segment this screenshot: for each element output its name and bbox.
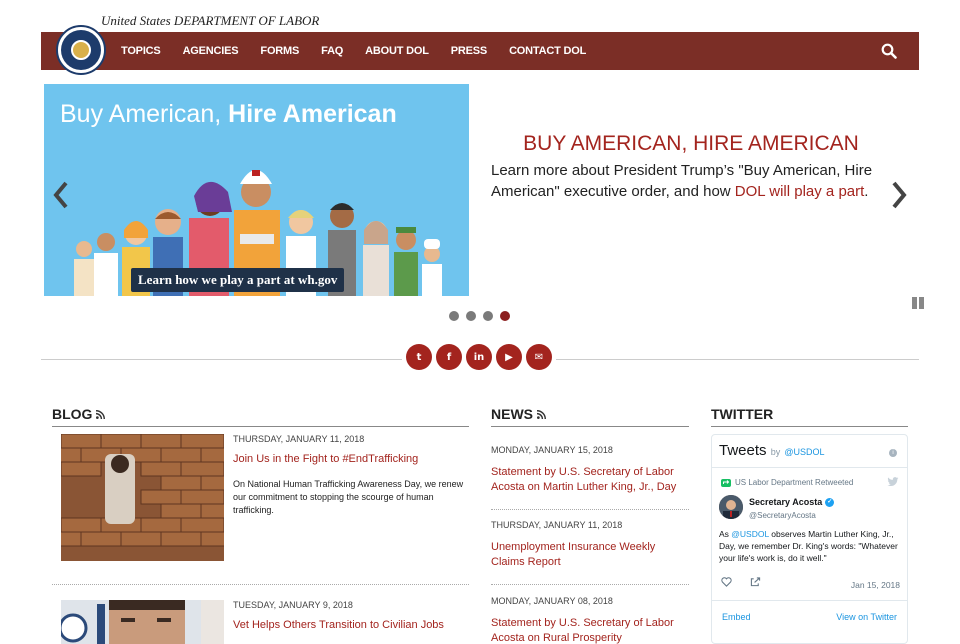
retweet-icon: [721, 478, 731, 487]
slide-link[interactable]: DOL will play a part: [735, 183, 865, 200]
workers-illustration: [74, 170, 442, 296]
brick-kiln-photo: [61, 434, 224, 561]
info-icon[interactable]: i: [889, 449, 897, 457]
facebook-icon[interactable]: f: [436, 344, 462, 370]
tweet-actions: [721, 577, 761, 587]
blog-heading[interactable]: BLOG: [52, 406, 106, 422]
tweet-author[interactable]: Secretary Acosta ✓: [749, 497, 835, 507]
slide-title[interactable]: BUY AMERICAN, HIRE AMERICAN: [491, 132, 891, 156]
search-icon[interactable]: [881, 43, 897, 59]
rss-icon[interactable]: [537, 409, 546, 419]
tweet-text: As @USDOL observes Martin Luther King, J…: [719, 529, 898, 563]
tweet-date[interactable]: Jan 15, 2018: [851, 580, 900, 590]
blog-separator: [52, 584, 469, 585]
tweet-username[interactable]: @SecretaryAcosta: [749, 511, 816, 520]
blog-thumbnail[interactable]: [61, 600, 224, 644]
twitter-icon[interactable]: t: [406, 344, 432, 370]
rss-icon[interactable]: [96, 409, 106, 419]
slide-dot[interactable]: [483, 311, 493, 321]
news-date: MONDAY, JANUARY 15, 2018: [491, 445, 613, 455]
view-on-twitter-link[interactable]: View on Twitter: [836, 612, 897, 622]
news-separator: [491, 509, 689, 510]
slide-image-banner: Learn how we play a part at wh.gov: [131, 268, 345, 292]
veteran-photo: [61, 600, 224, 644]
social-links: t f in ▶ ✉: [402, 344, 556, 370]
nav-item-press[interactable]: PRESS: [451, 45, 487, 57]
news-date: THURSDAY, JANUARY 11, 2018: [491, 520, 623, 530]
slide-dot-active[interactable]: [500, 311, 510, 321]
next-arrow-icon[interactable]: [889, 180, 909, 210]
slide-dot[interactable]: [466, 311, 476, 321]
slide-image[interactable]: Buy American, Hire American Learn how we…: [44, 84, 469, 296]
retweet-note: US Labor Department Retweeted: [721, 478, 853, 487]
slide-dot[interactable]: [449, 311, 459, 321]
dol-seal-logo[interactable]: [56, 25, 106, 75]
nav-item-forms[interactable]: FORMS: [260, 45, 299, 57]
tweet-separator: [712, 600, 907, 601]
pause-icon[interactable]: [912, 297, 925, 309]
main-navigation: TOPICS AGENCIES FORMS FAQ ABOUT DOL PRES…: [41, 32, 919, 70]
blog-thumbnail[interactable]: [61, 434, 224, 561]
twitter-timeline-widget[interactable]: Tweets by @USDOL i US Labor Department R…: [711, 434, 908, 644]
usdol-handle-link[interactable]: @USDOL: [784, 447, 824, 457]
avatar[interactable]: [719, 495, 743, 519]
blog-description: On National Human Trafficking Awareness …: [233, 479, 464, 515]
nav-item-faq[interactable]: FAQ: [321, 45, 343, 57]
tweet-separator: [712, 467, 907, 468]
blog-rule: [52, 426, 469, 427]
nav-item-contact-dol[interactable]: CONTACT DOL: [509, 45, 586, 57]
blog-title-link[interactable]: Join Us in the Fight to #EndTrafficking: [233, 452, 463, 467]
news-rule: [491, 426, 689, 427]
previous-arrow-icon[interactable]: [51, 180, 71, 210]
share-icon[interactable]: [750, 577, 761, 587]
news-link[interactable]: Statement by U.S. Secretary of Labor Aco…: [491, 465, 686, 495]
department-name: United States DEPARTMENT OF LABOR: [101, 13, 320, 28]
slide-pagination: [449, 311, 510, 321]
blog-date: THURSDAY, JANUARY 11, 2018: [233, 434, 365, 444]
news-link[interactable]: Statement by U.S. Secretary of Labor Aco…: [491, 616, 686, 644]
twitter-rule: [711, 426, 908, 427]
nav-item-agencies[interactable]: AGENCIES: [183, 45, 239, 57]
news-link[interactable]: Unemployment Insurance Weekly Claims Rep…: [491, 540, 686, 570]
nav-item-topics[interactable]: TOPICS: [121, 45, 161, 57]
linkedin-icon[interactable]: in: [466, 344, 492, 370]
email-icon[interactable]: ✉: [526, 344, 552, 370]
verified-icon: ✓: [825, 497, 835, 507]
heart-icon[interactable]: [721, 577, 732, 587]
mention-link[interactable]: @USDOL: [731, 529, 769, 539]
nav-item-about-dol[interactable]: ABOUT DOL: [365, 45, 429, 57]
youtube-icon[interactable]: ▶: [496, 344, 522, 370]
blog-date: TUESDAY, JANUARY 9, 2018: [233, 600, 353, 610]
news-separator: [491, 584, 689, 585]
news-date: MONDAY, JANUARY 08, 2018: [491, 596, 613, 606]
embed-link[interactable]: Embed: [722, 612, 751, 622]
nav-menu: TOPICS AGENCIES FORMS FAQ ABOUT DOL PRES…: [121, 32, 608, 70]
slide-description: Learn more about President Trump’s "Buy …: [491, 162, 873, 200]
twitter-heading: TWITTER: [711, 406, 774, 422]
tweets-header: Tweets by @USDOL: [719, 442, 825, 459]
news-heading[interactable]: NEWS: [491, 406, 546, 422]
twitter-bird-icon[interactable]: [887, 477, 899, 487]
blog-title-link[interactable]: Vet Helps Others Transition to Civilian …: [233, 618, 463, 633]
